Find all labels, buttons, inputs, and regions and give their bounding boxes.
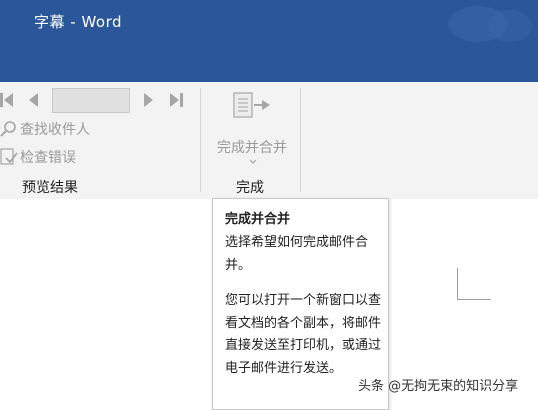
finish-group-label: 完成	[236, 180, 264, 196]
previous-record-icon[interactable]	[25, 91, 43, 109]
finish-merge-label: 完成并合并	[217, 140, 287, 156]
record-navigation	[0, 87, 200, 113]
watermark-logo-icon	[448, 6, 532, 42]
first-record-icon[interactable]	[0, 91, 16, 109]
last-record-icon[interactable]	[167, 91, 185, 109]
next-record-icon[interactable]	[139, 91, 157, 109]
ribbon: 查找收件人 检查错误 预览结果 完成并合并 完成	[0, 82, 538, 200]
window-title: 字幕 - Word	[34, 13, 123, 31]
record-number-input[interactable]	[52, 88, 130, 113]
preview-group-label: 预览结果	[22, 180, 78, 196]
magnifier-icon	[0, 121, 16, 137]
find-recipient-button[interactable]: 查找收件人	[0, 118, 190, 140]
finish-merge-icon	[233, 92, 270, 118]
check-errors-label: 检查错误	[20, 150, 76, 166]
group-separator	[200, 88, 201, 192]
finish-merge-button[interactable]: 完成并合并	[208, 88, 296, 172]
page-margin-mark	[457, 268, 491, 300]
title-bar: 字幕 - Word	[0, 0, 538, 82]
tooltip-paragraph: 您可以打开一个新窗口以查看文档的各个副本，将邮件直接发送至打印机，或通过电子邮件…	[225, 293, 382, 376]
check-document-icon	[0, 148, 18, 165]
watermark-caption: 头条 @无拘无束的知识分享	[358, 379, 519, 394]
check-errors-button[interactable]: 检查错误	[0, 146, 190, 168]
tooltip-title: 完成并合并	[225, 212, 291, 227]
chevron-down-icon	[249, 159, 257, 164]
group-separator	[300, 88, 301, 192]
find-recipient-label: 查找收件人	[20, 122, 90, 138]
tooltip-paragraph: 选择希望如何完成邮件合并。	[225, 235, 369, 273]
